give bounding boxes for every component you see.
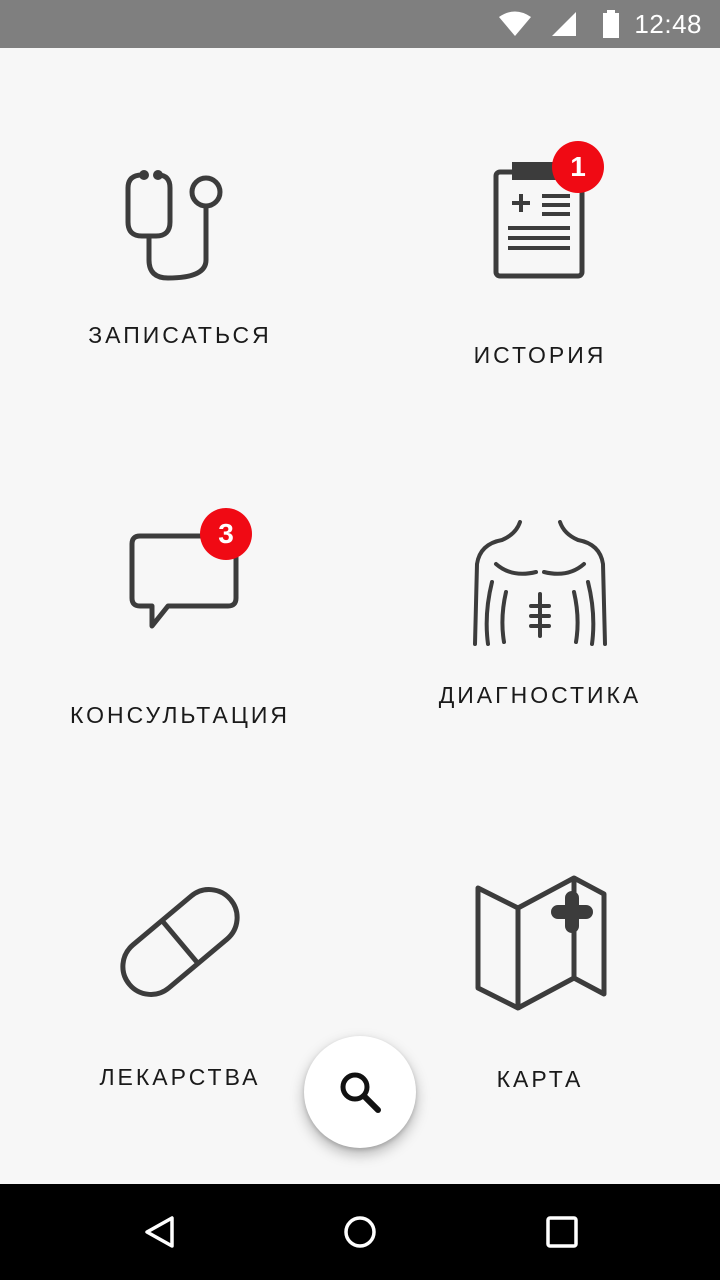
pill-icon [120, 887, 240, 997]
history-notification-badge: 1 [552, 141, 604, 193]
status-bar: 12:48 [0, 0, 720, 48]
stethoscope-icon [125, 170, 223, 281]
main-menu-grid: ЗАПИСАТЬСЯ 1 ИСТОРИЯ 3 КОНСУЛЬТАЦИЯ ДИАГ… [0, 48, 720, 1184]
menu-label-diagnostics: ДИАГНОСТИКА [438, 682, 642, 708]
back-icon[interactable] [142, 1214, 178, 1250]
search-icon [340, 1072, 381, 1113]
menu-tile-medicines[interactable]: ЛЕКАРСТВА [0, 828, 360, 1188]
recents-icon[interactable] [544, 1214, 580, 1250]
menu-tile-map[interactable]: КАРТА [360, 828, 720, 1188]
consultation-notification-badge: 3 [200, 508, 252, 560]
menu-tile-appointment[interactable]: ЗАПИСАТЬСЯ [0, 108, 360, 468]
signal-icon [552, 12, 576, 36]
menu-tile-history[interactable]: 1 ИСТОРИЯ [360, 108, 720, 468]
menu-tile-diagnostics[interactable]: ДИАГНОСТИКА [360, 488, 720, 848]
status-time: 12:48 [634, 9, 702, 39]
battery-icon [603, 10, 619, 38]
home-icon[interactable] [342, 1214, 378, 1250]
wifi-icon [499, 11, 531, 36]
navigation-bar [0, 1184, 720, 1280]
menu-tile-consultation[interactable]: 3 КОНСУЛЬТАЦИЯ [0, 488, 360, 848]
medical-map-icon [475, 875, 607, 1011]
menu-label-appointment: ЗАПИСАТЬСЯ [88, 322, 272, 348]
menu-label-consultation: КОНСУЛЬТАЦИЯ [70, 702, 290, 728]
menu-label-history: ИСТОРИЯ [473, 342, 607, 368]
body-torso-icon [473, 520, 607, 646]
search-button[interactable] [304, 1036, 416, 1148]
